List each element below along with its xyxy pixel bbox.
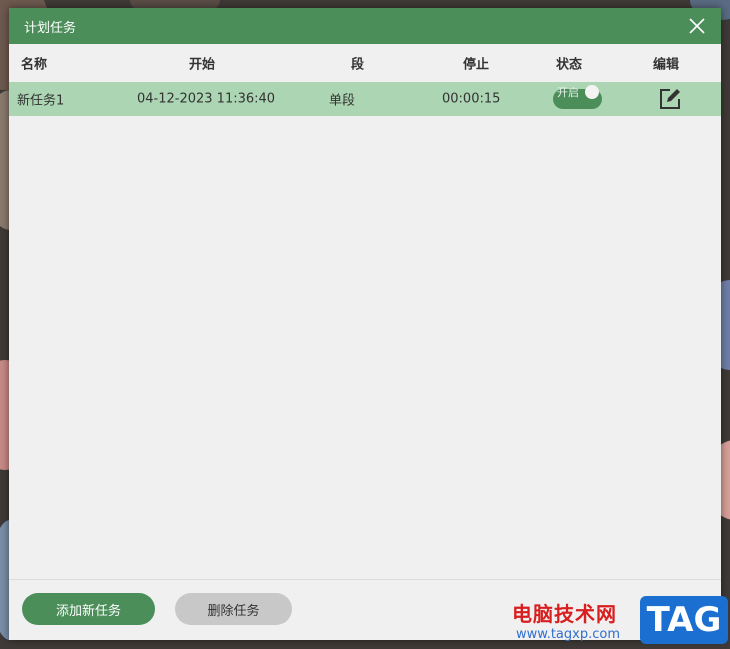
title-bar: 计划任务: [9, 8, 721, 44]
column-header-status: 状态: [556, 57, 583, 73]
task-stop: 00:00:15: [442, 91, 501, 107]
close-icon: [689, 18, 705, 34]
table-row[interactable]: 新任务1 04-12-2023 11:36:40 单段 00:00:15 开启: [9, 82, 721, 116]
add-task-button[interactable]: 添加新任务: [22, 593, 155, 625]
watermark-site-name: 电脑技术网: [512, 602, 617, 626]
scheduled-tasks-dialog: 计划任务 名称 开始 段 停止 状态 编辑 新任务1 04-12-2023 11…: [9, 8, 721, 640]
column-header-name: 名称: [21, 57, 48, 73]
watermark-logo: TAG: [640, 596, 728, 644]
dialog-title: 计划任务: [24, 20, 77, 36]
task-start: 04-12-2023 11:36:40: [137, 91, 276, 107]
status-toggle-label: 开启: [557, 86, 579, 99]
toggle-knob: [585, 85, 599, 99]
column-header-stop: 停止: [463, 57, 490, 73]
watermark-url: www.tagxp.com: [516, 627, 620, 642]
column-header-edit: 编辑: [653, 57, 680, 73]
edit-icon: [660, 89, 680, 109]
close-button[interactable]: [683, 12, 711, 40]
status-toggle[interactable]: 开启: [553, 85, 602, 109]
delete-task-button[interactable]: 删除任务: [175, 593, 292, 625]
task-name: 新任务1: [17, 93, 65, 109]
task-segment: 单段: [329, 93, 356, 109]
edit-button[interactable]: [659, 88, 681, 110]
table-header: 名称 开始 段 停止 状态 编辑: [9, 44, 721, 82]
column-header-start: 开始: [189, 57, 216, 73]
site-watermark: 电脑技术网 www.tagxp.com TAG: [512, 596, 728, 646]
column-header-segment: 段: [351, 57, 365, 73]
